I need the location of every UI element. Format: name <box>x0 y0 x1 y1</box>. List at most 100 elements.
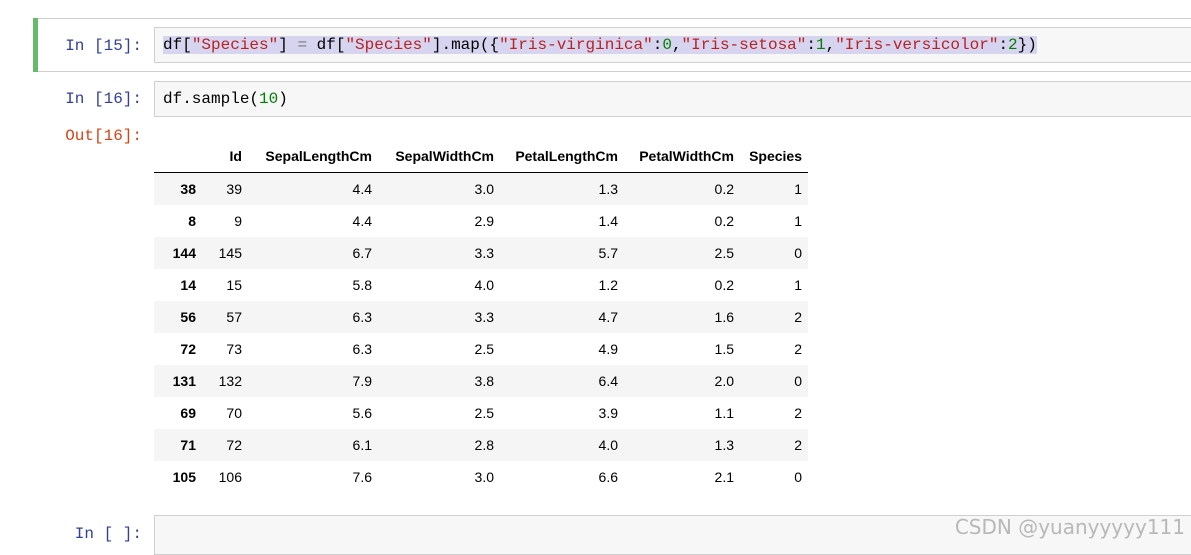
table-cell: 4.4 <box>352 213 372 229</box>
code-token: "Species" <box>191 36 279 54</box>
table-cell: 0 <box>794 469 802 485</box>
row-index: 69 <box>180 405 196 421</box>
code-token: "Iris-versicolor" <box>835 36 999 54</box>
row-index: 8 <box>188 213 196 229</box>
column-header <box>154 140 202 173</box>
dataframe-table: Id SepalLengthCm SepalWidthCm PetalLengt… <box>154 140 808 493</box>
table-cell: 39 <box>226 181 242 197</box>
table-cell: 2 <box>794 309 802 325</box>
table-cell: 70 <box>226 405 242 421</box>
row-index: 14 <box>180 277 196 293</box>
table-cell: 2.5 <box>474 405 494 421</box>
row-index: 72 <box>180 341 196 357</box>
table-cell: 6.4 <box>598 373 618 389</box>
table-row: 56 57 6.3 3.3 4.7 1.6 2 <box>154 301 808 333</box>
code-token: }) <box>1017 36 1037 54</box>
code-token: : <box>652 36 663 54</box>
table-cell: 6.3 <box>352 309 372 325</box>
table-cell: 1 <box>794 213 802 229</box>
table-cell: 2 <box>794 341 802 357</box>
row-index: 71 <box>180 437 196 453</box>
table-cell: 1.5 <box>714 341 734 357</box>
input-prompt: In [16]: <box>65 90 142 108</box>
table-cell: 6.3 <box>352 341 372 357</box>
table-cell: 2 <box>794 437 802 453</box>
code-token: "Iris-virginica" <box>499 36 653 54</box>
table-cell: 1 <box>794 181 802 197</box>
row-index: 56 <box>180 309 196 325</box>
table-cell: 4.0 <box>598 437 618 453</box>
table-row: 69 70 5.6 2.5 3.9 1.1 2 <box>154 397 808 429</box>
table-cell: 3.0 <box>474 181 494 197</box>
table-row: 8 9 4.4 2.9 1.4 0.2 1 <box>154 205 808 237</box>
table-cell: 5.6 <box>352 405 372 421</box>
code-token: ) <box>278 90 288 108</box>
table-cell: 106 <box>218 469 242 485</box>
column-header: SepalWidthCm <box>378 140 500 173</box>
table-cell: 1.3 <box>714 437 734 453</box>
table-cell: 0.2 <box>714 277 734 293</box>
table-cell: 4.0 <box>474 277 494 293</box>
code-token: 2 <box>1008 36 1018 54</box>
table-cell: 1.1 <box>714 405 734 421</box>
column-header: Species <box>740 140 808 173</box>
table-header-row: Id SepalLengthCm SepalWidthCm PetalLengt… <box>154 140 808 173</box>
table-cell: 0.2 <box>714 213 734 229</box>
table-cell: 2.5 <box>714 245 734 261</box>
table-cell: 6.6 <box>598 469 618 485</box>
code-line[interactable]: df.sample(10) <box>163 89 288 109</box>
selected-code: df["Species"] = df["Species"].map({"Iris… <box>163 36 1037 54</box>
table-cell: 4.4 <box>352 181 372 197</box>
table-cell: 2.8 <box>474 437 494 453</box>
table-cell: 6.1 <box>352 437 372 453</box>
code-token: 10 <box>259 90 279 108</box>
output-prompt: Out[16]: <box>65 127 142 145</box>
table-cell: 2.1 <box>714 469 734 485</box>
code-token: 1 <box>815 36 826 54</box>
table-cell: 3.9 <box>598 405 618 421</box>
table-cell: 2.9 <box>474 213 494 229</box>
input-prompt: In [15]: <box>65 37 142 55</box>
table-cell: 3.3 <box>474 245 494 261</box>
row-index: 105 <box>172 469 196 485</box>
code-token: : <box>806 36 816 54</box>
table-cell: 0.2 <box>714 181 734 197</box>
table-cell: 1.6 <box>714 309 734 325</box>
table-cell: 2.0 <box>714 373 734 389</box>
table-cell: 7.6 <box>352 469 372 485</box>
table-row: 14 15 5.8 4.0 1.2 0.2 1 <box>154 269 808 301</box>
code-token: , <box>671 36 682 54</box>
code-input[interactable]: df["Species"] = df["Species"].map({"Iris… <box>154 27 1191 63</box>
table-cell: 5.8 <box>352 277 372 293</box>
table-cell: 9 <box>234 213 242 229</box>
code-token: 0 <box>662 36 672 54</box>
table-cell: 73 <box>226 341 242 357</box>
table-row: 144 145 6.7 3.3 5.7 2.5 0 <box>154 237 808 269</box>
watermark: CSDN @yuanyyyyy111 <box>954 515 1185 539</box>
table-row: 71 72 6.1 2.8 4.0 1.3 2 <box>154 429 808 461</box>
table-cell: 1 <box>794 277 802 293</box>
row-index: 144 <box>172 245 196 261</box>
code-token: , <box>825 36 836 54</box>
column-header: PetalLengthCm <box>500 140 624 173</box>
column-header: SepalLengthCm <box>248 140 378 173</box>
table-cell: 2.5 <box>474 341 494 357</box>
table-cell: 6.7 <box>352 245 372 261</box>
table-cell: 3.0 <box>474 469 494 485</box>
code-line[interactable]: df["Species"] = df["Species"].map({"Iris… <box>163 35 1037 55</box>
code-token: : <box>998 36 1009 54</box>
table-cell: 2 <box>794 405 802 421</box>
table-cell: 1.2 <box>598 277 618 293</box>
table-row: 105 106 7.6 3.0 6.6 2.1 0 <box>154 461 808 493</box>
column-header: Id <box>202 140 248 173</box>
table-cell: 0 <box>794 245 802 261</box>
code-token: ].map({ <box>431 36 500 54</box>
code-token: "Iris-setosa" <box>681 36 807 54</box>
code-input[interactable]: df.sample(10) <box>154 81 1191 117</box>
table-cell: 7.9 <box>352 373 372 389</box>
table-row: 131 132 7.9 3.8 6.4 2.0 0 <box>154 365 808 397</box>
table-row: 72 73 6.3 2.5 4.9 1.5 2 <box>154 333 808 365</box>
code-token: df[ <box>163 36 192 54</box>
code-token: df.sample( <box>163 90 260 108</box>
code-token: "Species" <box>345 36 432 54</box>
